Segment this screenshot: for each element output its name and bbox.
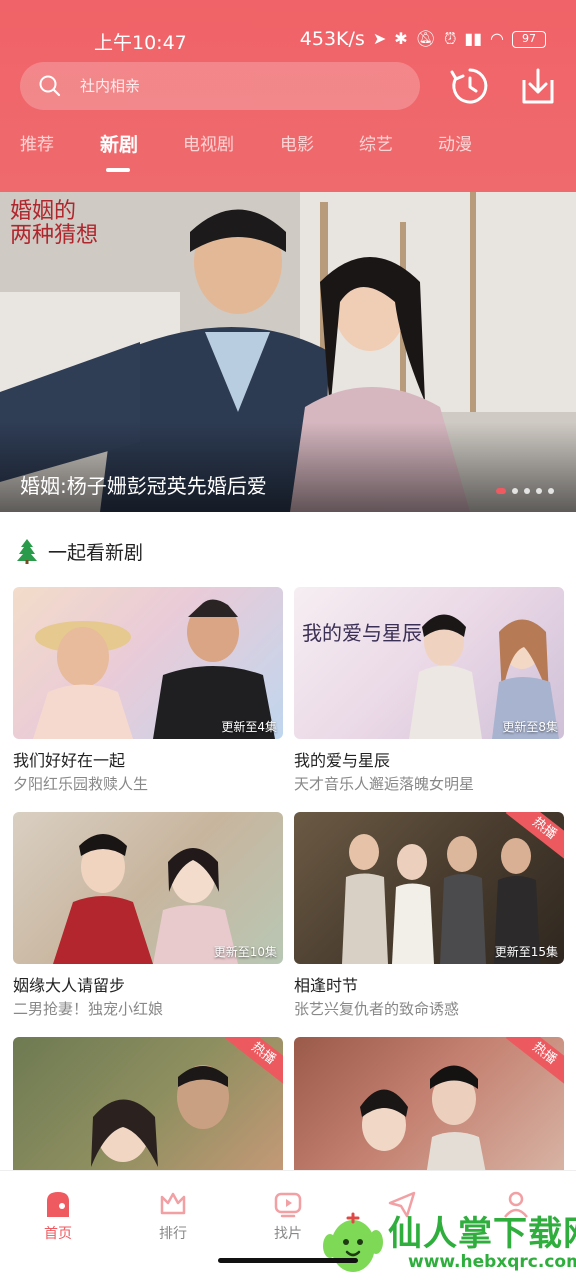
tab-new-drama-label: 新剧 <box>100 134 139 156</box>
poster-title: 我的爱与星辰 <box>302 621 422 645</box>
banner-logo-line2: 两种猜想 <box>10 223 99 248</box>
nav-discover[interactable]: 找片 <box>248 1189 328 1243</box>
status-time: 上午10:47 <box>94 32 187 54</box>
tab-active-indicator <box>106 168 130 172</box>
play-box-icon <box>274 1192 302 1218</box>
tab-variety[interactable]: 综艺 <box>359 130 393 174</box>
drama-title: 相逢时节 <box>294 976 359 994</box>
update-badge: 更新至8集 <box>502 720 558 734</box>
drama-thumbnail: 更新至4集 <box>13 587 283 739</box>
update-badge: 更新至15集 <box>494 945 558 959</box>
home-indicator <box>218 1258 358 1263</box>
carousel-dot[interactable] <box>512 488 518 494</box>
wifi-icon: ◠ <box>490 29 504 48</box>
history-icon[interactable] <box>448 64 492 108</box>
drama-title: 姻缘大人请留步 <box>13 976 126 994</box>
tab-tv-series[interactable]: 电视剧 <box>183 130 234 174</box>
carousel-dot[interactable] <box>524 488 530 494</box>
drama-thumbnail: 热播 <box>13 1037 283 1189</box>
carousel-dot[interactable] <box>536 488 542 494</box>
search-input[interactable] <box>80 73 400 99</box>
drama-subtitle: 张艺兴复仇者的致命诱惑 <box>294 1000 460 1018</box>
drama-card[interactable]: 更新至10集 姻缘大人请留步 二男抢妻！独宠小红娘 <box>13 812 283 1018</box>
update-badge: 更新至4集 <box>221 720 277 734</box>
poster-art <box>409 614 559 739</box>
search-icon <box>39 75 61 97</box>
drama-thumbnail: 我的爱与星辰 更新至8集 <box>294 587 564 739</box>
network-speed: 453K/s <box>299 28 365 50</box>
drama-card[interactable]: 热播 更新至15集 相逢时节 张艺兴复仇者的致命诱惑 <box>294 812 564 1018</box>
nav-discover-label: 找片 <box>274 1226 302 1242</box>
banner-logo: 婚姻的 两种猜想 <box>10 200 98 248</box>
drama-card[interactable]: 热播 <box>13 1037 283 1189</box>
poster-art <box>342 834 540 964</box>
nav-ranking-label: 排行 <box>159 1226 187 1242</box>
cactus-logo <box>323 1212 383 1272</box>
nav-ranking[interactable]: 排行 <box>133 1189 213 1243</box>
drama-card[interactable]: 我的爱与星辰 更新至8集 我的爱与星辰 天才音乐人邂逅落魄女明星 <box>294 587 564 793</box>
alarm-icon: ⏰︎ <box>443 29 457 48</box>
search-row <box>0 60 576 112</box>
watermark-title: 仙人掌下载网 <box>388 1214 576 1254</box>
carousel-dots <box>496 488 554 494</box>
header: 上午10:47 453K/s ➤ ✱ 🔕︎ ⏰︎ ▮▮ ◠ 97 社内相亲 推荐… <box>0 0 576 192</box>
drama-subtitle: 天才音乐人邂逅落魄女明星 <box>294 775 475 793</box>
poster-art <box>53 834 238 964</box>
tab-anime[interactable]: 动漫 <box>438 130 472 174</box>
status-bar: 上午10:47 453K/s ➤ ✱ 🔕︎ ⏰︎ ▮▮ ◠ 97 <box>0 22 576 58</box>
watermark-url: www.hebxqrc.com <box>408 1252 576 1272</box>
drama-card[interactable]: 更新至4集 我们好好在一起 夕阳红乐园救赎人生 <box>13 587 283 793</box>
drama-thumbnail: 热播 更新至15集 <box>294 812 564 964</box>
bluetooth-icon: ✱ <box>394 29 408 48</box>
status-icons: 453K/s ➤ ✱ 🔕︎ ⏰︎ ▮▮ ◠ 97 <box>300 28 546 50</box>
drama-title: 我们好好在一起 <box>13 751 126 769</box>
section-title: 一起看新剧 <box>48 541 144 564</box>
poster-art <box>33 599 275 739</box>
carousel-dot[interactable] <box>548 488 554 494</box>
drama-thumbnail: 更新至10集 <box>13 812 283 964</box>
crown-icon <box>160 1192 186 1215</box>
app-root: 上午10:47 453K/s ➤ ✱ 🔕︎ ⏰︎ ▮▮ ◠ 97 社内相亲 推荐… <box>0 0 576 1280</box>
poster-art <box>360 1065 489 1189</box>
drama-thumbnail: 热播 <box>294 1037 564 1189</box>
watermark: 仙人掌下载网 www.hebxqrc.com <box>322 1200 576 1280</box>
home-icon <box>47 1192 69 1217</box>
section-header: 一起看新剧 <box>16 536 143 566</box>
tab-recommend[interactable]: 推荐 <box>20 130 54 174</box>
category-tabs: 推荐 新剧 电视剧 电影 综艺 动漫 <box>0 130 576 174</box>
carousel-dot[interactable] <box>496 488 506 494</box>
tab-movie[interactable]: 电影 <box>280 130 314 174</box>
signal-icon: ▮▮ <box>464 29 483 48</box>
battery-icon: 97 <box>512 30 546 48</box>
banner-caption: 婚姻:杨子姗彭冠英先婚后爱 <box>20 474 267 498</box>
drama-title: 我的爱与星辰 <box>294 751 391 769</box>
tab-new-drama[interactable]: 新剧 <box>100 130 138 174</box>
search-box[interactable] <box>20 62 420 110</box>
banner-logo-line1: 婚姻的 <box>10 199 77 224</box>
drama-subtitle: 二男抢妻！独宠小红娘 <box>13 1000 164 1018</box>
hero-banner[interactable]: 婚姻的 两种猜想 婚姻:杨子姗彭冠英先婚后爱 <box>0 192 576 512</box>
tree-icon <box>17 539 37 564</box>
nav-home-label: 首页 <box>44 1226 72 1242</box>
location-icon: ➤ <box>372 29 387 48</box>
download-icon[interactable] <box>516 64 560 108</box>
update-badge: 更新至10集 <box>213 945 277 959</box>
drama-card[interactable]: 热播 <box>294 1037 564 1189</box>
poster-art <box>91 1065 229 1167</box>
nav-home[interactable]: 首页 <box>18 1189 98 1243</box>
drama-subtitle: 夕阳红乐园救赎人生 <box>13 775 149 793</box>
mute-icon: 🔕︎ <box>415 29 436 48</box>
